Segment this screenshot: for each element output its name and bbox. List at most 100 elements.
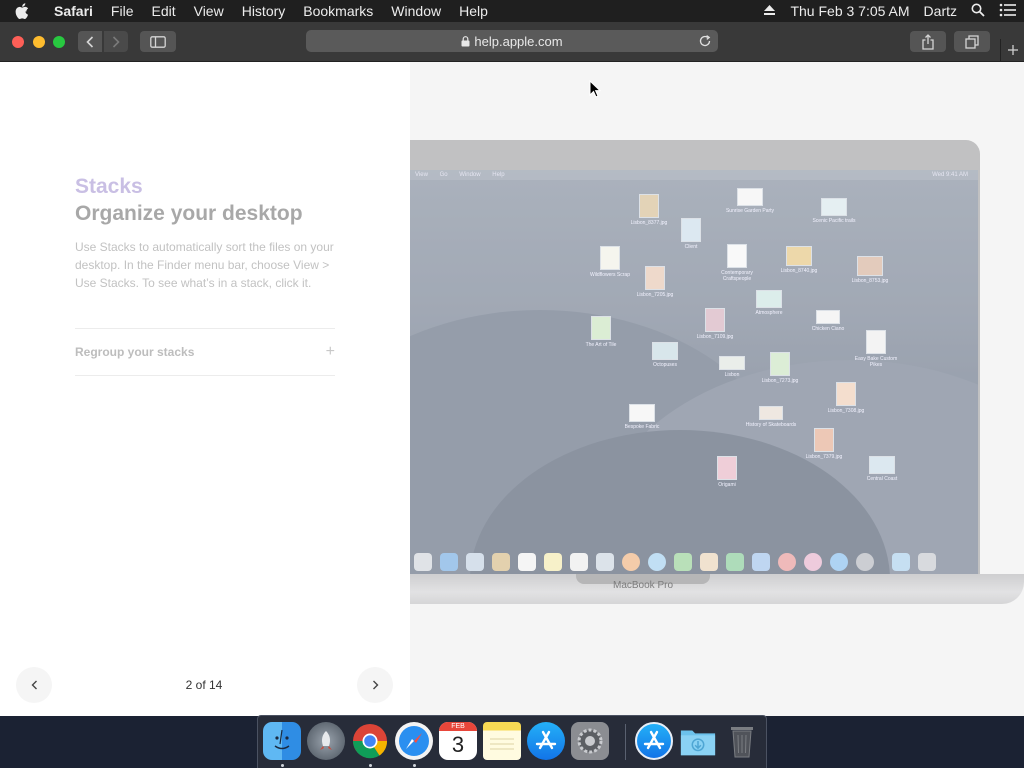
menubar-clock[interactable]: Thu Feb 3 7:05 AM bbox=[790, 3, 909, 19]
system-preferences-icon[interactable] bbox=[571, 722, 609, 760]
mini-dock-icon bbox=[778, 553, 796, 571]
web-page: View Go Window Help Wed 9:41 AM Lisbon_8… bbox=[0, 62, 1024, 716]
notification-center-icon[interactable] bbox=[999, 3, 1017, 20]
mini-dock-icon bbox=[856, 553, 874, 571]
apple-menu-icon[interactable] bbox=[0, 0, 44, 22]
desktop-file: Lisbon_7109.jpg bbox=[687, 308, 743, 340]
laptop-base bbox=[410, 574, 1024, 604]
back-button[interactable] bbox=[78, 31, 102, 52]
mini-dock-icon bbox=[570, 553, 588, 571]
mini-dock-icon bbox=[892, 553, 910, 571]
mini-dock-icon bbox=[752, 553, 770, 571]
desktop-file: Bespoke Fabric bbox=[614, 404, 670, 430]
notes-icon[interactable] bbox=[483, 722, 521, 760]
menu-window[interactable]: Window bbox=[382, 0, 450, 22]
chrome-icon[interactable] bbox=[351, 722, 389, 760]
mini-menu-bar: View Go Window Help Wed 9:41 AM bbox=[410, 170, 978, 180]
sidebar-icon bbox=[150, 35, 166, 48]
running-indicator bbox=[369, 764, 372, 767]
mini-dock-icon bbox=[466, 553, 484, 571]
share-button[interactable] bbox=[910, 31, 946, 52]
desktop-file: Sunrise Garden Party bbox=[722, 188, 778, 214]
desktop-file: Origami bbox=[699, 456, 755, 488]
desktop-file: Central Coast bbox=[854, 456, 910, 482]
forward-button[interactable] bbox=[104, 31, 128, 52]
running-indicator bbox=[413, 764, 416, 767]
mini-menu-item: Go bbox=[439, 172, 448, 178]
mini-menu-clock: Wed 9:41 AM bbox=[932, 172, 968, 178]
new-tab-button[interactable] bbox=[1000, 39, 1024, 61]
dock-separator bbox=[625, 724, 626, 760]
eject-icon[interactable] bbox=[763, 3, 776, 19]
plus-icon bbox=[1007, 45, 1018, 55]
chevron-left-icon bbox=[31, 680, 37, 690]
desktop-file: Atmosphere bbox=[741, 290, 797, 316]
minimize-window-button[interactable] bbox=[33, 36, 45, 48]
chevron-left-icon bbox=[86, 35, 94, 48]
mini-dock-icon bbox=[622, 553, 640, 571]
calendar-icon[interactable]: FEB 3 bbox=[439, 722, 477, 760]
menubar-user[interactable]: Dartz bbox=[924, 3, 957, 19]
mini-dock-icon bbox=[674, 553, 692, 571]
lock-icon bbox=[461, 35, 470, 47]
mini-dock-icon bbox=[918, 553, 936, 571]
calendar-day: 3 bbox=[451, 732, 465, 757]
mouse-cursor-icon bbox=[589, 80, 601, 98]
desktop-file: Octopuses bbox=[637, 342, 693, 368]
tabs-icon bbox=[965, 34, 979, 49]
macbook-pro-image: View Go Window Help Wed 9:41 AM Lisbon_8… bbox=[410, 140, 1024, 640]
menu-history[interactable]: History bbox=[233, 0, 295, 22]
mini-dock-icon bbox=[492, 553, 510, 571]
article-panel: Stacks Organize your desktop Use Stacks … bbox=[0, 62, 410, 716]
laptop-display-frame: View Go Window Help Wed 9:41 AM Lisbon_8… bbox=[410, 140, 980, 602]
show-all-tabs-button[interactable] bbox=[954, 31, 990, 52]
regroup-stacks-accordion[interactable]: Regroup your stacks + bbox=[75, 329, 335, 375]
desktop-file: Lisbon_7308.jpg bbox=[818, 382, 874, 414]
address-bar[interactable]: help.apple.com bbox=[306, 30, 718, 52]
previous-page-button[interactable] bbox=[16, 667, 52, 703]
desktop-file: History of Skateboards bbox=[743, 406, 799, 428]
address-text: help.apple.com bbox=[474, 33, 563, 49]
mini-dock-icon bbox=[518, 553, 536, 571]
share-icon bbox=[922, 33, 934, 50]
menu-app-name[interactable]: Safari bbox=[44, 0, 102, 22]
mini-dock bbox=[410, 550, 950, 574]
desktop-file: Scenic Pacific trails bbox=[806, 198, 862, 224]
desktop-file: The Art of Tile bbox=[573, 316, 629, 348]
menu-view[interactable]: View bbox=[185, 0, 233, 22]
divider bbox=[75, 375, 335, 376]
app-store-installer-icon[interactable] bbox=[635, 722, 673, 760]
finder-icon[interactable] bbox=[263, 722, 301, 760]
reload-icon[interactable] bbox=[698, 34, 712, 48]
menu-bookmarks[interactable]: Bookmarks bbox=[294, 0, 382, 22]
menu-file[interactable]: File bbox=[102, 0, 143, 22]
mini-dock-icon bbox=[804, 553, 822, 571]
show-sidebar-button[interactable] bbox=[140, 31, 176, 52]
close-window-button[interactable] bbox=[12, 36, 24, 48]
desktop-file: Contemporary Craftspeople bbox=[709, 244, 765, 282]
launchpad-icon[interactable] bbox=[307, 722, 345, 760]
feature-name: Stacks bbox=[75, 175, 143, 198]
downloads-folder-icon[interactable] bbox=[679, 722, 717, 760]
next-page-button[interactable] bbox=[357, 667, 393, 703]
calendar-month: FEB bbox=[439, 722, 477, 731]
accordion-label: Regroup your stacks bbox=[75, 345, 195, 359]
trash-icon[interactable] bbox=[723, 722, 761, 760]
spotlight-search-icon[interactable] bbox=[971, 3, 985, 20]
laptop-screen: View Go Window Help Wed 9:41 AM Lisbon_8… bbox=[410, 170, 978, 574]
expand-plus-icon[interactable]: + bbox=[326, 343, 335, 361]
chevron-right-icon bbox=[372, 680, 378, 690]
menu-edit[interactable]: Edit bbox=[142, 0, 184, 22]
chevron-right-icon bbox=[112, 35, 120, 48]
menu-help[interactable]: Help bbox=[450, 0, 497, 22]
safari-icon[interactable] bbox=[395, 722, 433, 760]
mini-dock-icon bbox=[830, 553, 848, 571]
page-indicator: 2 of 14 bbox=[185, 678, 223, 692]
desktop-file: Lisbon_7273.jpg bbox=[752, 352, 808, 384]
mini-dock-icon bbox=[414, 553, 432, 571]
app-store-icon[interactable] bbox=[527, 722, 565, 760]
menu-bar: Safari File Edit View History Bookmarks … bbox=[0, 0, 1024, 22]
zoom-window-button[interactable] bbox=[53, 36, 65, 48]
mini-dock-icon bbox=[648, 553, 666, 571]
mini-menu-item: View bbox=[415, 172, 428, 178]
